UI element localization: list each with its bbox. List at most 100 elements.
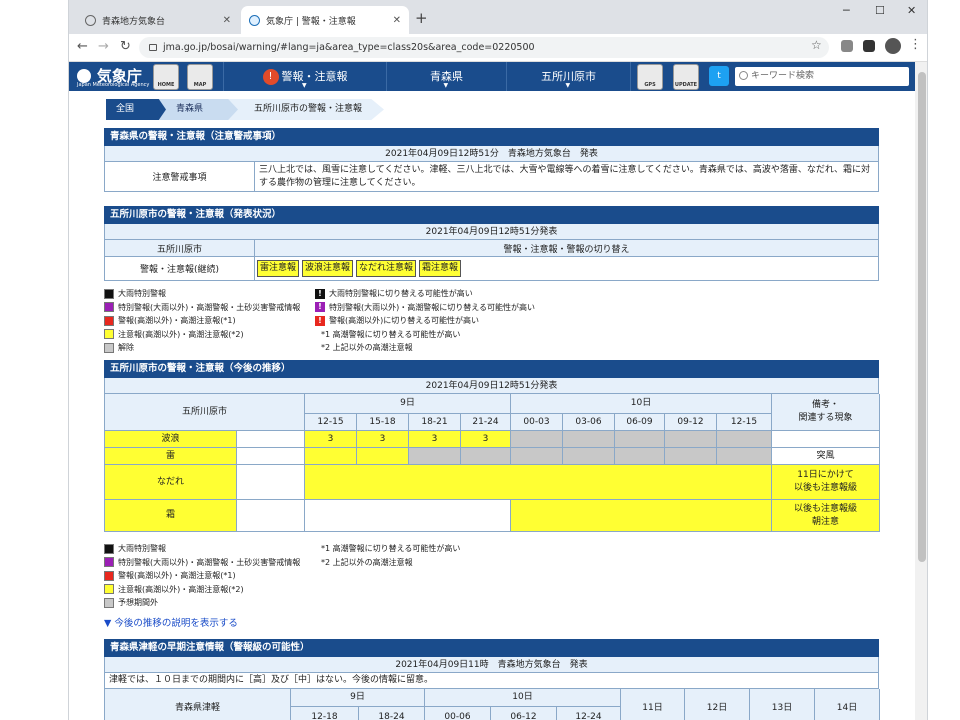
row-avalanche-blank xyxy=(237,465,305,500)
address-bar[interactable]: jma.go.jp/bosai/warning/#lang=ja&area_ty… xyxy=(139,37,829,58)
exclamation-icon: ! xyxy=(315,302,325,313)
window-close-icon[interactable]: ✕ xyxy=(907,4,916,17)
nav-city[interactable]: 五所川原市 ▼ xyxy=(507,62,631,91)
chevron-down-icon: ▼ xyxy=(302,82,307,89)
puzzle-icon[interactable] xyxy=(863,40,875,52)
time-header: 15-18 xyxy=(357,414,409,431)
forward-icon[interactable]: → xyxy=(98,39,109,54)
legend-note: *2 上記以外の高潮注意報 xyxy=(321,557,413,567)
day1-header: 9日 xyxy=(305,394,511,414)
legend-swatch xyxy=(104,570,114,581)
day-header: 11日 xyxy=(621,689,685,720)
breadcrumb-prefecture[interactable]: 青森県 xyxy=(156,99,238,120)
keyword-search-input[interactable]: キーワード検索 xyxy=(735,67,909,86)
row-thunder-label: 雷 xyxy=(105,448,237,465)
tab-jma-warning[interactable]: 気象庁 | 警報・注意報 ✕ xyxy=(241,6,409,34)
tab-aomori-observatory[interactable]: 青森地方気象台 ✕ xyxy=(77,6,239,34)
legend-note: *1 高潮警報に切り替える可能性が高い xyxy=(321,329,461,339)
area-header: 五所川原市 xyxy=(105,394,305,431)
map-label: MAP xyxy=(193,82,207,88)
nav-warnings-label: 警報・注意報 xyxy=(281,70,348,83)
update-button[interactable]: UPDATE xyxy=(673,64,699,90)
breadcrumb-current-label: 五所川原市の警報・注意報 xyxy=(254,104,363,114)
day-header: 12日 xyxy=(685,689,750,720)
legend-item: 特別警報(大雨以外)・高潮警報に切り替える可能性が高い xyxy=(329,302,535,312)
gps-button[interactable]: GPS xyxy=(637,64,663,90)
issue-date: 2021年04月09日12時51分発表 xyxy=(104,224,879,240)
reload-icon[interactable]: ↻ xyxy=(120,39,131,54)
twitter-icon[interactable]: t xyxy=(709,66,729,86)
forecast-cell: 3 xyxy=(409,431,461,448)
chevron-down-icon: ▼ xyxy=(565,82,571,89)
remarks-header: 備考・ 関連する現象 xyxy=(772,394,880,431)
thunder-advisory-badge[interactable]: 雷注意報 xyxy=(257,260,300,277)
search-placeholder: キーワード検索 xyxy=(751,71,815,81)
remark-cell xyxy=(772,431,880,448)
home-label: HOME xyxy=(157,82,175,88)
prefecture-warning-section: 青森県の警報・注意報（注意警戒事項） 2021年04月09日12時51分 青森地… xyxy=(104,128,879,192)
section-title: 五所川原市の警報・注意報（今後の推移） xyxy=(104,360,879,378)
avalanche-advisory-badge[interactable]: なだれ注意報 xyxy=(356,260,417,277)
time-header: 18-24 xyxy=(359,707,425,720)
jma-icon xyxy=(249,14,260,26)
forecast-cell xyxy=(357,448,409,465)
breadcrumb-national[interactable]: 全国 xyxy=(106,99,166,120)
back-icon[interactable]: ← xyxy=(77,39,88,54)
city-forecast-section: 五所川原市の警報・注意報（今後の推移） 2021年04月09日12時51分発表 … xyxy=(104,360,880,532)
day-header: 14日 xyxy=(815,689,880,720)
menu-kebab-icon[interactable]: ⋮ xyxy=(909,37,922,52)
map-button[interactable]: MAP xyxy=(187,64,213,90)
row-wave-label: 波浪 xyxy=(105,431,237,448)
day-header: 9日 xyxy=(291,689,425,707)
forecast-span xyxy=(305,465,772,500)
breadcrumb-national-label: 全国 xyxy=(116,104,135,114)
row-thunder-blank xyxy=(237,448,305,465)
row-frost-blank xyxy=(237,500,305,532)
section-title: 五所川原市の警報・注意報（発表状況） xyxy=(104,206,879,224)
legend-swatch xyxy=(104,315,114,326)
extension-icon[interactable] xyxy=(841,40,853,52)
forecast-cell xyxy=(511,448,563,465)
forecast-cell xyxy=(563,448,615,465)
row-avalanche-label: なだれ xyxy=(105,465,237,500)
time-header: 09-12 xyxy=(665,414,717,431)
time-header: 06-09 xyxy=(615,414,665,431)
jma-logo[interactable]: 気象庁 Japan Meteorological Agency xyxy=(77,65,149,88)
maximize-icon[interactable]: ☐ xyxy=(875,4,885,17)
forecast-span xyxy=(511,500,772,532)
profile-avatar[interactable] xyxy=(885,38,901,54)
remark-cell: 突風 xyxy=(772,448,880,465)
logo-en: Japan Meteorological Agency xyxy=(77,82,150,88)
time-header: 12-18 xyxy=(291,707,359,720)
scrollbar-thumb[interactable] xyxy=(918,72,926,562)
forecast-cell xyxy=(461,448,511,465)
warning-icon: ! xyxy=(262,69,279,85)
section-title: 青森県の警報・注意報（注意警戒事項） xyxy=(104,128,879,146)
close-icon[interactable]: ✕ xyxy=(223,15,231,26)
nav-prefecture[interactable]: 青森県 ▼ xyxy=(387,62,507,91)
update-label: UPDATE xyxy=(674,82,698,88)
scrollbar[interactable] xyxy=(915,62,927,720)
issue-date: 2021年04月09日12時51分 青森地方気象台 発表 xyxy=(104,146,879,162)
caution-label: 注意警戒事項 xyxy=(105,162,255,191)
legend-item: 警報(高潮以外)・高潮注意報(*1) xyxy=(118,316,236,325)
close-icon[interactable]: ✕ xyxy=(393,15,401,26)
bookmark-star-icon[interactable]: ☆ xyxy=(811,38,822,52)
chevron-down-icon: ▼ xyxy=(443,82,449,89)
forecast-cell xyxy=(665,448,717,465)
legend-item: 予想期間外 xyxy=(118,598,158,607)
home-button[interactable]: HOME xyxy=(153,64,179,90)
breadcrumb-current: 五所川原市の警報・注意報 xyxy=(226,99,384,120)
legend-item: 大雨特別警報に切り替える可能性が高い xyxy=(329,289,473,298)
twitter-glyph: t xyxy=(717,71,721,81)
legend-note: *2 上記以外の高潮注意報 xyxy=(321,343,413,352)
time-header: 12-15 xyxy=(305,414,357,431)
show-forecast-explanation-link[interactable]: ▼ 今後の推移の説明を表示する xyxy=(104,615,238,629)
legend-item: 解除 xyxy=(118,343,134,352)
row-wave-blank xyxy=(237,431,305,448)
frost-advisory-badge[interactable]: 霜注意報 xyxy=(419,260,462,277)
minimize-icon[interactable]: ─ xyxy=(843,4,850,17)
nav-warnings[interactable]: ! 警報・注意報 ▼ xyxy=(223,62,387,91)
new-tab-icon[interactable]: + xyxy=(415,9,428,27)
wave-advisory-badge[interactable]: 波浪注意報 xyxy=(302,260,354,277)
